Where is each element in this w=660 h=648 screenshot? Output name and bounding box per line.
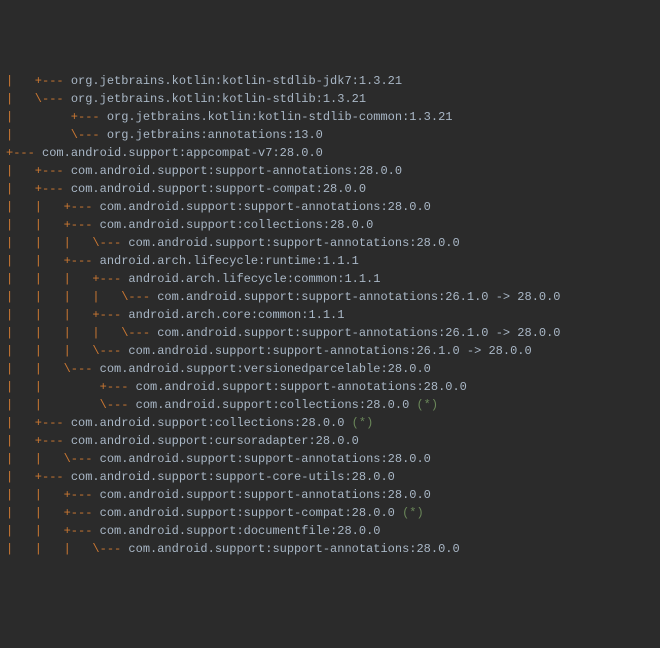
package-coordinate: com.android.support:collections:28.0.0 [100,218,374,232]
package-coordinate: com.android.support:support-annotations:… [128,236,459,250]
tree-branch-chars: | +--- [6,164,71,178]
tree-branch-chars: | | | +--- [6,272,128,286]
package-coordinate: com.android.support:support-annotations:… [128,344,531,358]
tree-line: +--- com.android.support:appcompat-v7:28… [6,144,654,162]
tree-line: | +--- com.android.support:collections:2… [6,414,654,432]
tree-branch-chars: | \--- [6,92,71,106]
tree-line: | \--- org.jetbrains:annotations:13.0 [6,126,654,144]
package-coordinate: com.android.support:support-annotations:… [128,542,459,556]
tree-line: | | | | \--- com.android.support:support… [6,324,654,342]
package-coordinate: com.android.support:support-annotations:… [100,200,431,214]
tree-line: | +--- com.android.support:support-core-… [6,468,654,486]
package-coordinate: com.android.support:support-compat:28.0.… [71,182,366,196]
tree-branch-chars: | | +--- [6,506,100,520]
package-coordinate: org.jetbrains.kotlin:kotlin-stdlib:1.3.2… [71,92,366,106]
tree-branch-chars: | | +--- [6,488,100,502]
tree-line: | | | \--- com.android.support:support-a… [6,540,654,558]
tree-line: | | | +--- android.arch.core:common:1.1.… [6,306,654,324]
package-coordinate: com.android.support:support-annotations:… [100,452,431,466]
tree-branch-chars: | | \--- [6,452,100,466]
package-coordinate: com.android.support:collections:28.0.0 [71,416,345,430]
tree-line: | \--- org.jetbrains.kotlin:kotlin-stdli… [6,90,654,108]
tree-line: | | +--- com.android.support:collections… [6,216,654,234]
tree-branch-chars: | | | | \--- [6,290,157,304]
package-coordinate: com.android.support:support-core-utils:2… [71,470,395,484]
duplicate-marker: (*) [395,506,424,520]
tree-line: | | | | \--- com.android.support:support… [6,288,654,306]
tree-branch-chars: | | | +--- [6,308,128,322]
tree-line: | | | \--- com.android.support:support-a… [6,234,654,252]
tree-branch-chars: | +--- [6,416,71,430]
tree-line: | | +--- com.android.support:support-ann… [6,198,654,216]
package-coordinate: com.android.support:support-compat:28.0.… [100,506,395,520]
tree-branch-chars: | | \--- [6,398,136,412]
tree-branch-chars: | | \--- [6,362,100,376]
duplicate-marker: (*) [409,398,438,412]
package-coordinate: com.android.support:cursoradapter:28.0.0 [71,434,359,448]
package-coordinate: com.android.support:documentfile:28.0.0 [100,524,381,538]
tree-line: | | \--- com.android.support:versionedpa… [6,360,654,378]
tree-branch-chars: | | | \--- [6,344,128,358]
tree-branch-chars: | +--- [6,110,107,124]
tree-line: | | \--- com.android.support:support-ann… [6,450,654,468]
package-coordinate: com.android.support:support-annotations:… [157,290,560,304]
tree-branch-chars: | | | \--- [6,542,128,556]
tree-branch-chars: | +--- [6,434,71,448]
tree-branch-chars: +--- [6,146,42,160]
package-coordinate: android.arch.lifecycle:common:1.1.1 [128,272,380,286]
tree-line: | +--- org.jetbrains.kotlin:kotlin-stdli… [6,72,654,90]
tree-branch-chars: | | +--- [6,524,100,538]
tree-branch-chars: | | +--- [6,254,100,268]
tree-line: | +--- com.android.support:support-annot… [6,162,654,180]
package-coordinate: com.android.support:collections:28.0.0 [136,398,410,412]
package-coordinate: com.android.support:appcompat-v7:28.0.0 [42,146,323,160]
tree-line: | | | +--- android.arch.lifecycle:common… [6,270,654,288]
tree-line: | | +--- com.android.support:support-com… [6,504,654,522]
package-coordinate: com.android.support:support-annotations:… [71,164,402,178]
duplicate-marker: (*) [344,416,373,430]
package-coordinate: com.android.support:support-annotations:… [100,488,431,502]
tree-line: | | +--- com.android.support:documentfil… [6,522,654,540]
tree-line: | | | \--- com.android.support:support-a… [6,342,654,360]
tree-line: | | +--- com.android.support:support-ann… [6,378,654,396]
tree-branch-chars: | | +--- [6,218,100,232]
tree-line: | | \--- com.android.support:collections… [6,396,654,414]
tree-line: | | +--- com.android.support:support-ann… [6,486,654,504]
tree-branch-chars: | \--- [6,128,107,142]
package-coordinate: com.android.support:support-annotations:… [136,380,467,394]
tree-branch-chars: | +--- [6,74,71,88]
tree-branch-chars: | | | | \--- [6,326,157,340]
tree-line: | +--- com.android.support:cursoradapter… [6,432,654,450]
tree-branch-chars: | +--- [6,470,71,484]
package-coordinate: com.android.support:support-annotations:… [157,326,560,340]
package-coordinate: org.jetbrains.kotlin:kotlin-stdlib-jdk7:… [71,74,402,88]
dependency-tree: | +--- org.jetbrains.kotlin:kotlin-stdli… [6,72,654,558]
tree-line: | +--- com.android.support:support-compa… [6,180,654,198]
tree-branch-chars: | | +--- [6,200,100,214]
tree-line: | +--- org.jetbrains.kotlin:kotlin-stdli… [6,108,654,126]
package-coordinate: android.arch.lifecycle:runtime:1.1.1 [100,254,359,268]
package-coordinate: org.jetbrains.kotlin:kotlin-stdlib-commo… [107,110,453,124]
tree-branch-chars: | | +--- [6,380,136,394]
tree-line: | | +--- android.arch.lifecycle:runtime:… [6,252,654,270]
package-coordinate: android.arch.core:common:1.1.1 [128,308,344,322]
tree-branch-chars: | | | \--- [6,236,128,250]
tree-branch-chars: | +--- [6,182,71,196]
package-coordinate: com.android.support:versionedparcelable:… [100,362,431,376]
package-coordinate: org.jetbrains:annotations:13.0 [107,128,323,142]
